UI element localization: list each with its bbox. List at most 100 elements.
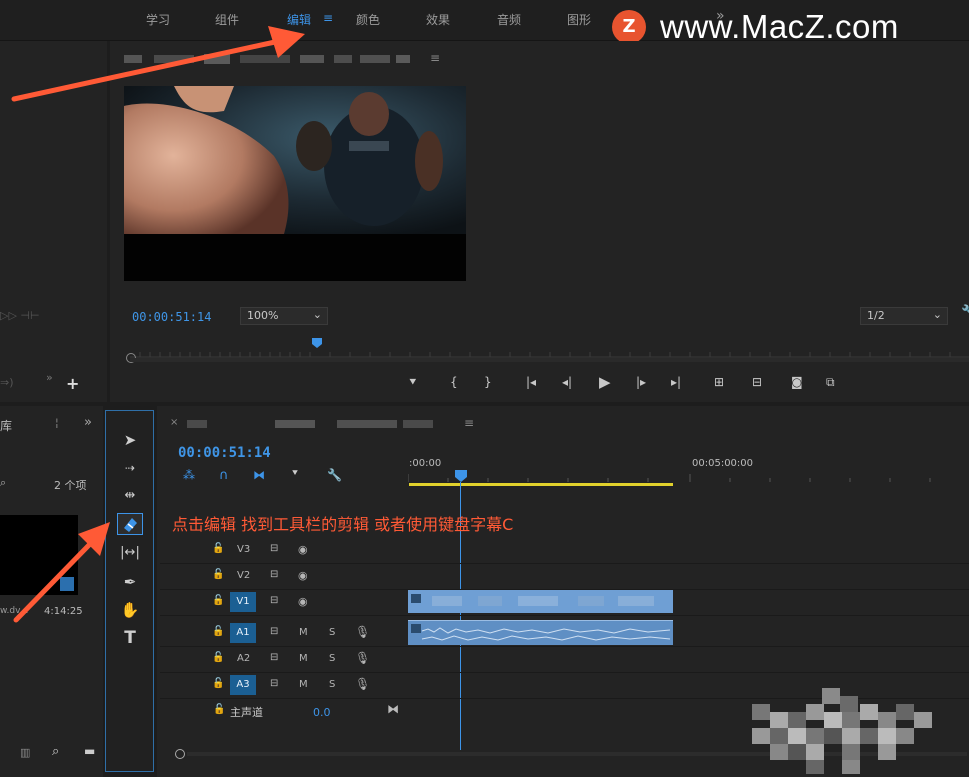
project-panel-divider-icon: ¦ xyxy=(55,416,59,429)
timeline-ruler[interactable] xyxy=(408,472,969,482)
timeline-timecode[interactable]: 00:00:51:14 xyxy=(178,445,271,461)
workspace-menu-icon[interactable]: ≡ xyxy=(323,11,333,25)
track-lock-icon[interactable]: 🔓 xyxy=(212,569,224,580)
track-sync-lock-icon[interactable]: ⊟ xyxy=(270,595,278,606)
track-sync-lock-icon[interactable]: ⊟ xyxy=(270,678,278,689)
go-to-out-icon[interactable]: ▸| xyxy=(671,375,681,389)
track-target-a3[interactable]: A3 xyxy=(230,675,256,695)
ruler-mid-label: 00:05:00:00 xyxy=(692,458,754,469)
program-monitor-resolution-select[interactable]: 1/2 ⌄ xyxy=(860,307,948,325)
timeline-tab-title-blurred[interactable] xyxy=(187,418,457,430)
program-monitor-playhead-icon[interactable] xyxy=(312,338,322,348)
master-track-label: 主声道 xyxy=(230,706,263,719)
selection-tool-icon[interactable]: ➤ xyxy=(117,429,143,451)
program-monitor-scrub-bar[interactable] xyxy=(130,348,969,358)
track-sync-lock-icon[interactable]: ⊟ xyxy=(270,652,278,663)
source-panel-overflow-icon[interactable]: » xyxy=(46,371,53,384)
track-sync-lock-icon[interactable]: ⊟ xyxy=(270,626,278,637)
track-eye-icon[interactable]: ◉ xyxy=(298,543,308,556)
track-name[interactable]: A2 xyxy=(237,653,250,664)
track-mute-button[interactable]: M xyxy=(299,653,308,664)
annotation-arrow-razor-icon xyxy=(0,516,115,626)
project-new-bin-icon[interactable]: ▬ xyxy=(84,744,95,758)
step-back-icon[interactable]: ◂| xyxy=(562,375,572,389)
razor-tool-icon[interactable] xyxy=(117,513,143,535)
track-lock-icon[interactable]: 🔓 xyxy=(212,543,224,554)
program-monitor-zoom-select[interactable]: 100% ⌄ xyxy=(240,307,328,325)
track-target-v1[interactable]: V1 xyxy=(230,592,256,612)
source-panel-insert-icon[interactable]: ⇒) xyxy=(0,376,14,389)
track-name[interactable]: V2 xyxy=(237,570,250,581)
timeline-playhead-icon[interactable] xyxy=(455,470,467,482)
export-frame-camera-icon[interactable]: ◙ xyxy=(791,375,803,389)
track-lock-icon[interactable]: 🔓 xyxy=(212,626,224,637)
track-mute-button[interactable]: M xyxy=(299,679,308,690)
track-eye-icon[interactable]: ◉ xyxy=(298,595,308,608)
track-select-tool-icon[interactable]: ⇢ xyxy=(117,457,143,479)
project-search-icon[interactable]: ⌕ xyxy=(0,476,6,490)
settings-wrench-icon[interactable]: 🔧 xyxy=(961,305,969,320)
timeline-zoom-handle-icon[interactable] xyxy=(175,749,185,759)
track-solo-button[interactable]: S xyxy=(329,627,335,638)
program-monitor-zoom-scrollbar[interactable] xyxy=(130,358,969,362)
lift-icon[interactable]: ⊞ xyxy=(714,375,724,389)
annotation-arrow-workspace-icon xyxy=(0,14,310,104)
timeline-menu-icon[interactable]: ≡ xyxy=(464,416,474,430)
type-tool-icon[interactable]: T xyxy=(117,627,143,649)
track-row-v2: 🔓 V2 ⊟ ◉ xyxy=(160,563,969,590)
workspace-tab-effects[interactable]: 效果 xyxy=(426,11,450,28)
mark-in-icon[interactable]: { xyxy=(450,375,458,389)
play-icon[interactable]: ▶ xyxy=(599,373,611,391)
track-row-v3: 🔓 V3 ⊟ ◉ xyxy=(160,537,969,564)
watermark-logo-letter: Z xyxy=(622,16,636,37)
track-eye-icon[interactable]: ◉ xyxy=(298,569,308,582)
master-volume-value[interactable]: 0.0 xyxy=(313,706,331,719)
track-target-a1[interactable]: A1 xyxy=(230,623,256,643)
add-marker-icon[interactable]: ⯆ xyxy=(408,375,418,390)
track-lock-icon[interactable]: 🔓 xyxy=(212,595,224,606)
extract-icon[interactable]: ⊟ xyxy=(752,375,762,389)
work-area-bar[interactable] xyxy=(409,483,673,486)
workspace-tab-graphics[interactable]: 图形 xyxy=(567,11,591,28)
resolution-select-value: 1/2 xyxy=(867,309,885,322)
slip-tool-icon[interactable]: |↔| xyxy=(117,542,143,564)
program-monitor-timecode[interactable]: 00:00:51:14 xyxy=(132,310,211,324)
workspace-tab-audio[interactable]: 音频 xyxy=(497,11,521,28)
nest-toggle-icon[interactable]: ⁂ xyxy=(183,468,195,482)
track-name[interactable]: V3 xyxy=(237,544,250,555)
project-find-icon[interactable]: ⌕ xyxy=(52,744,59,759)
pen-tool-icon[interactable]: ✒ xyxy=(117,571,143,593)
program-monitor-menu-icon[interactable]: ≡ xyxy=(430,51,440,65)
track-solo-button[interactable]: S xyxy=(329,653,335,664)
track-sync-lock-icon[interactable]: ⊟ xyxy=(270,543,278,554)
project-panel-overflow-icon[interactable]: » xyxy=(84,415,92,430)
linked-selection-icon[interactable]: ⧓ xyxy=(253,468,265,482)
track-mute-button[interactable]: M xyxy=(299,627,308,638)
go-to-in-icon[interactable]: |◂ xyxy=(526,375,536,389)
track-voiceover-mic-icon[interactable]: 🎙 xyxy=(355,625,370,639)
track-solo-button[interactable]: S xyxy=(329,679,335,690)
hand-tool-icon[interactable]: ✋ xyxy=(117,599,143,621)
track-lock-icon[interactable]: 🔓 xyxy=(212,678,224,689)
track-row-v1: 🔓 V1 ⊟ ◉ xyxy=(160,589,969,616)
timeline-close-icon[interactable]: × xyxy=(170,417,178,428)
project-panel-title[interactable]: 库 xyxy=(0,417,12,434)
track-row-a2: 🔓 A2 ⊟ M S 🎙 xyxy=(160,646,969,673)
step-forward-icon[interactable]: |▸ xyxy=(636,375,646,389)
workspace-tab-color[interactable]: 颜色 xyxy=(356,11,380,28)
ripple-edit-tool-icon[interactable]: ⇹ xyxy=(117,485,143,507)
track-lock-icon[interactable]: 🔓 xyxy=(212,652,224,663)
project-list-view-icon[interactable]: ▥ xyxy=(20,746,30,759)
master-end-icon[interactable]: ⧓ xyxy=(387,702,399,716)
snap-magnet-icon[interactable]: ∩ xyxy=(219,468,229,483)
add-marker-icon-timeline[interactable]: ⯆ xyxy=(291,468,299,479)
timeline-settings-wrench-icon[interactable]: 🔧 xyxy=(327,468,342,482)
track-sync-lock-icon[interactable]: ⊟ xyxy=(270,569,278,580)
mark-out-icon[interactable]: } xyxy=(484,375,492,389)
master-lock-icon[interactable]: 🔓 xyxy=(213,704,225,715)
track-voiceover-mic-icon[interactable]: 🎙 xyxy=(355,677,370,691)
comparison-view-icon[interactable]: ⧉ xyxy=(826,375,835,390)
ruler-start-label: :00:00 xyxy=(409,458,442,469)
track-voiceover-mic-icon[interactable]: 🎙 xyxy=(355,651,370,665)
source-panel-add-icon[interactable]: + xyxy=(66,374,79,393)
